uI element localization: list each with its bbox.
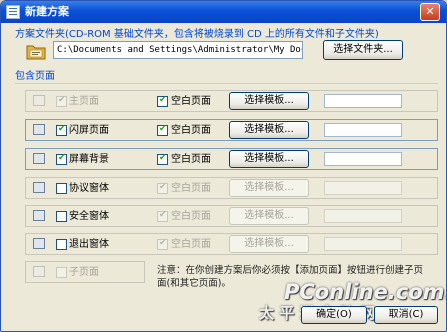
main-page-checkbox[interactable]: ✔ xyxy=(56,95,67,107)
agreement-blank-checkbox[interactable]: ✔ xyxy=(157,182,168,194)
ok-button[interactable]: 确定(O) xyxy=(301,306,367,324)
background-template-field[interactable] xyxy=(324,152,402,166)
security-blank-checkbox[interactable]: ✔ xyxy=(157,210,168,222)
agreement-select-template-button[interactable]: 选择模板... xyxy=(229,179,309,197)
security-blank-label: 空白页面 xyxy=(171,211,211,222)
background-blank-label: 空白页面 xyxy=(171,154,211,165)
cancel-button[interactable]: 取消(C) xyxy=(374,306,438,324)
main-template-field[interactable] xyxy=(324,94,402,108)
splash-checkbox[interactable]: ✔ xyxy=(56,124,67,136)
check-mark-icon: ✔ xyxy=(159,124,167,134)
background-icon xyxy=(33,153,45,164)
title-bar[interactable]: 新建方案 ✕ xyxy=(1,1,446,23)
exit-select-template-button[interactable]: 选择模板... xyxy=(229,235,309,253)
splash-icon xyxy=(33,124,45,135)
background-checkbox[interactable]: ✔ xyxy=(56,153,67,165)
splash-blank-checkbox[interactable]: ✔ xyxy=(157,124,168,136)
security-template-field[interactable] xyxy=(324,209,402,223)
subpage-checkbox[interactable] xyxy=(56,267,67,278)
splash-blank-label: 空白页面 xyxy=(171,125,211,136)
main-blank-label: 空白页面 xyxy=(171,96,211,107)
agreement-blank-label: 空白页面 xyxy=(171,183,211,194)
background-blank-checkbox[interactable]: ✔ xyxy=(157,153,168,165)
exit-template-field[interactable] xyxy=(324,237,402,251)
splash-label: 闪屏页面 xyxy=(69,125,109,136)
window-title: 新建方案 xyxy=(25,5,69,18)
main-blank-checkbox[interactable]: ✔ xyxy=(157,95,168,107)
check-mark-icon: ✔ xyxy=(159,153,167,163)
check-mark-icon: ✔ xyxy=(159,238,167,248)
security-icon xyxy=(33,210,45,221)
watermark-logo: PConline.com.cn xyxy=(284,280,446,304)
check-mark-icon: ✔ xyxy=(159,210,167,220)
security-select-template-button[interactable]: 选择模板... xyxy=(229,207,309,225)
agreement-icon xyxy=(33,182,45,193)
page-icon xyxy=(33,95,45,106)
check-mark-icon: ✔ xyxy=(58,153,66,163)
background-label: 屏幕背景 xyxy=(69,154,109,165)
check-mark-icon: ✔ xyxy=(159,182,167,192)
check-mark-icon: ✔ xyxy=(58,124,66,134)
folder-icon xyxy=(26,45,46,60)
security-label: 安全窗体 xyxy=(69,211,109,222)
close-button[interactable]: ✕ xyxy=(420,3,440,21)
agreement-template-field[interactable] xyxy=(324,181,402,195)
page-row-main: ✔ 主页面 ✔ 空白页面 选择模板... xyxy=(25,90,438,112)
folder-path-input[interactable]: C:\Documents and Settings\Administrator\… xyxy=(53,41,303,59)
check-mark-icon: ✔ xyxy=(58,95,66,105)
background-select-template-button[interactable]: 选择模板... xyxy=(229,150,309,168)
exit-blank-label: 空白页面 xyxy=(171,239,211,250)
splash-template-field[interactable] xyxy=(324,123,402,137)
main-page-label: 主页面 xyxy=(69,96,99,107)
page-row-exit: 退出窗体 ✔ 空白页面 选择模板... xyxy=(25,233,438,255)
check-mark-icon: ✔ xyxy=(159,95,167,105)
browse-folder-button[interactable]: 选择文件夹... xyxy=(323,40,403,60)
subpage-label: 子页面 xyxy=(69,267,99,278)
group-divider xyxy=(15,83,438,84)
exit-label: 退出窗体 xyxy=(69,239,109,250)
agreement-checkbox[interactable] xyxy=(56,183,67,194)
app-icon xyxy=(6,5,20,19)
pages-group-label: 包含页面 xyxy=(15,71,55,82)
exit-icon xyxy=(33,238,45,249)
security-checkbox[interactable] xyxy=(56,211,67,222)
exit-blank-checkbox[interactable]: ✔ xyxy=(157,238,168,250)
page-row-background: ✔ 屏幕背景 ✔ 空白页面 选择模板... xyxy=(25,148,438,170)
subpage-icon xyxy=(33,266,45,277)
page-row-security: 安全窗体 ✔ 空白页面 选择模板... xyxy=(25,205,438,227)
main-select-template-button[interactable]: 选择模板... xyxy=(229,92,309,110)
splash-select-template-button[interactable]: 选择模板... xyxy=(229,121,309,139)
page-row-splash: ✔ 闪屏页面 ✔ 空白页面 选择模板... xyxy=(25,119,438,141)
exit-checkbox[interactable] xyxy=(56,239,67,250)
page-row-agreement: 协议窗体 ✔ 空白页面 选择模板... xyxy=(25,177,438,199)
page-row-subpage: 子页面 xyxy=(25,261,145,283)
agreement-label: 协议窗体 xyxy=(69,183,109,194)
new-project-dialog: 新建方案 ✕ 方案文件夹(CD-ROM 基础文件夹，包含将被烧录到 CD 上的所… xyxy=(0,0,447,332)
